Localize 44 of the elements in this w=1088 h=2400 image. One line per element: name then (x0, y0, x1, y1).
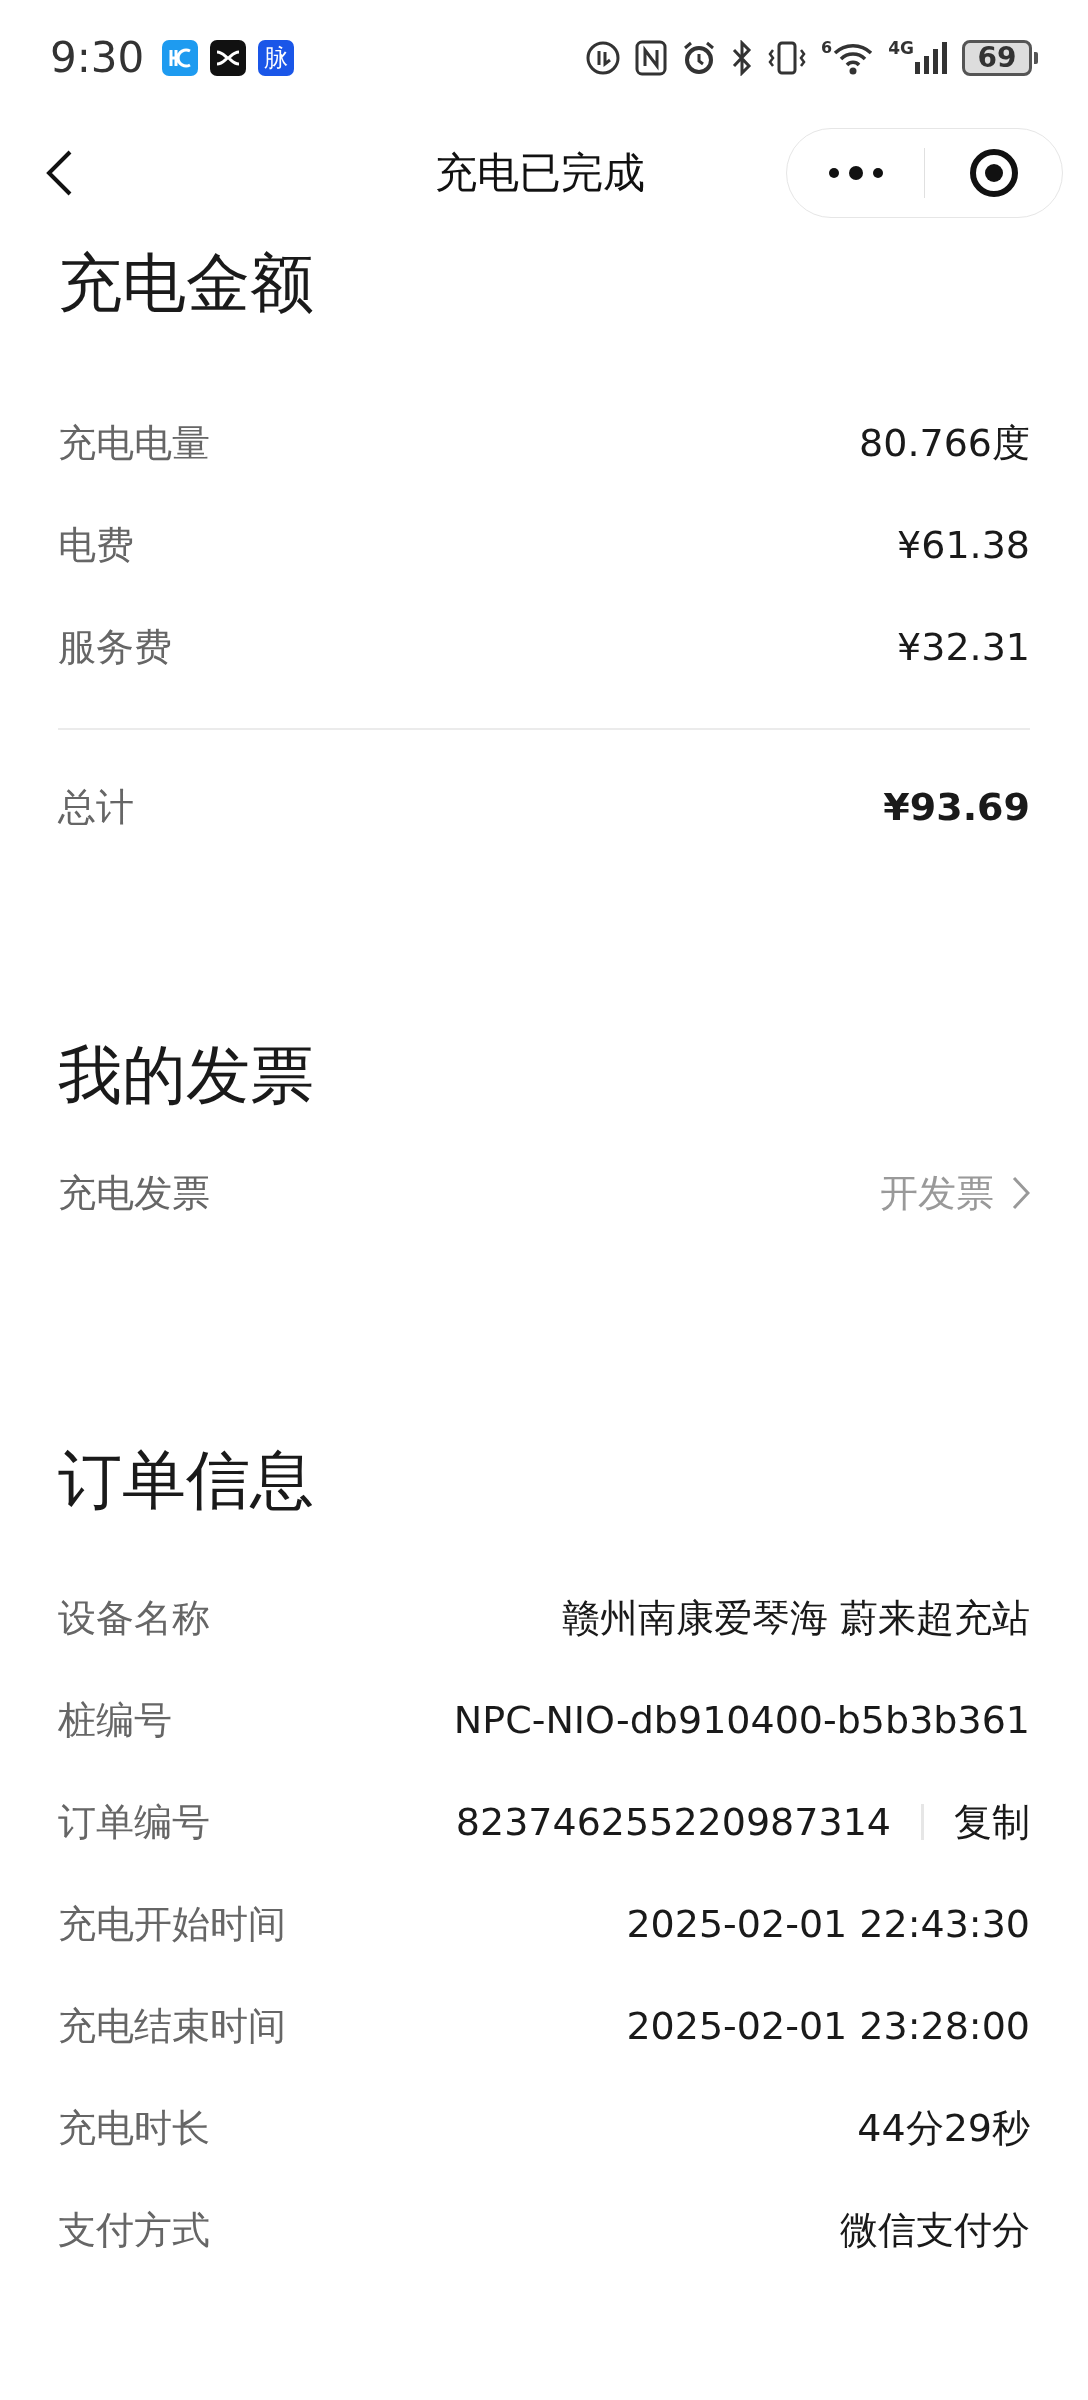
row-label: 电费 (58, 521, 134, 569)
page-title: 充电已完成 (435, 147, 645, 199)
section-title: 充电金额 (58, 245, 314, 322)
row-value: 赣州南康爱琴海 蔚来超充站 (561, 1594, 1030, 1642)
copy-button[interactable]: 复制 (954, 1793, 1030, 1851)
row-value: ¥61.38 (897, 521, 1030, 569)
row-label: 订单编号 (58, 1798, 210, 1846)
status-time: 9:30 (50, 32, 145, 84)
chevron-right-icon (1012, 1176, 1030, 1210)
row-value: 2025-02-01 22:43:30 (626, 1900, 1030, 1948)
battery-indicator: 69 (962, 39, 1032, 76)
row-label: 充电开始时间 (58, 1900, 286, 1948)
battery-tip (1034, 51, 1038, 64)
bluetooth-icon (731, 39, 754, 76)
row-value: 微信支付分 (840, 2206, 1030, 2254)
row-label: 设备名称 (58, 1594, 210, 1642)
back-icon[interactable] (44, 148, 74, 197)
data-saver-icon (585, 39, 622, 76)
app-icon (210, 39, 247, 76)
section-title: 订单信息 (58, 1442, 314, 1519)
row-label: 充电电量 (58, 419, 210, 467)
nfc-icon (635, 39, 668, 76)
app-icon: 脉 (258, 39, 295, 76)
row-label: 充电时长 (58, 2104, 210, 2152)
app-icon (162, 39, 199, 76)
wifi-generation-label: 6 (821, 39, 833, 56)
row-label: 支付方式 (58, 2206, 210, 2254)
row-value: 44分29秒 (857, 2104, 1030, 2152)
row-value: 2025-02-01 23:28:00 (626, 2002, 1030, 2050)
close-icon[interactable] (967, 147, 1020, 199)
row-label: 充电发票 (58, 1169, 210, 1217)
row-label: 服务费 (58, 623, 172, 671)
row-label: 充电结束时间 (58, 2002, 286, 2050)
row-label: 桩编号 (58, 1696, 172, 1744)
row-value: NPC-NIO-db910400-b5b3b361 (453, 1696, 1030, 1744)
row-value: 80.766度 (859, 419, 1030, 467)
vibrate-icon (767, 39, 808, 76)
network-label: 4G (888, 39, 914, 57)
signal-icon (914, 39, 948, 76)
section-title: 我的发票 (58, 1037, 314, 1114)
row-label: 总计 (58, 783, 134, 831)
row-value: 823746255220987314 (455, 1798, 891, 1846)
row-value: ¥32.31 (897, 623, 1030, 671)
row-value: ¥93.69 (883, 783, 1030, 831)
